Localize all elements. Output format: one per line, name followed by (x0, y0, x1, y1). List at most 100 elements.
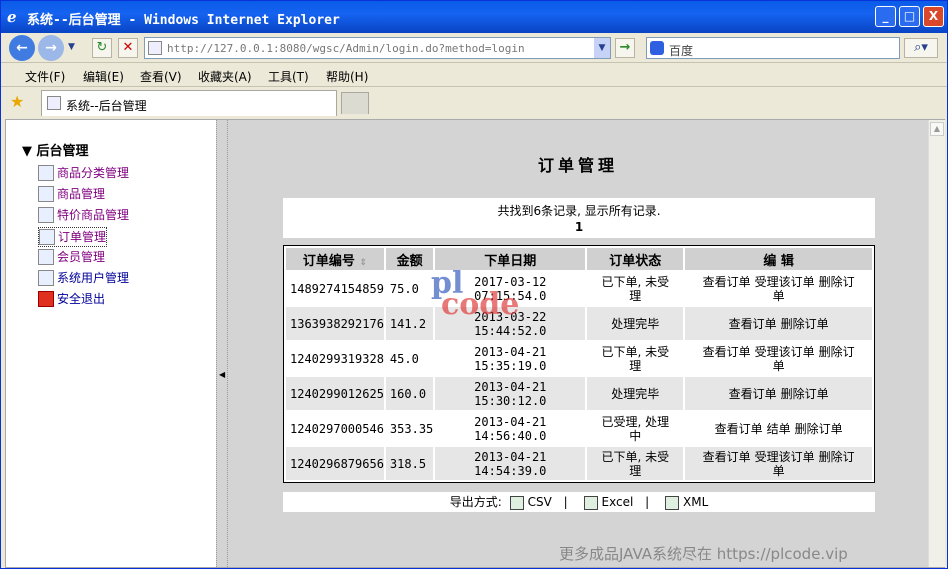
order-action-link-wrap[interactable]: 单 (773, 359, 785, 373)
table-row: 1240296879656 318.5 2013-04-21 14:54:39.0 已下… (286, 447, 872, 480)
order-action-link[interactable]: 删除订 (819, 275, 855, 289)
menu-file[interactable]: 文件(F) (25, 68, 65, 85)
address-input[interactable]: http://127.0.0.1:8080/wgsc/Admin/login.d… (167, 42, 525, 55)
order-action-link[interactable]: 删除订单 (781, 387, 829, 401)
refresh-button[interactable]: ↻ (92, 38, 112, 58)
export-xml-link[interactable]: XML (683, 495, 708, 509)
record-count-box: 共找到6条记录, 显示所有记录. 1 (283, 198, 875, 238)
order-action-link[interactable]: 查看订单 (715, 422, 763, 436)
user-icon (38, 269, 54, 286)
minimize-button[interactable]: _ (875, 6, 896, 27)
vertical-scrollbar[interactable]: ▲ (928, 120, 945, 567)
order-amount: 75.0 (385, 272, 434, 305)
order-action-link[interactable]: 受理该订单 (755, 450, 815, 464)
order-action-link[interactable]: 删除订 (819, 450, 855, 464)
order-amount: 353.35 (385, 412, 434, 445)
col-header-id[interactable]: 订单编号 ⇕ (286, 248, 384, 270)
order-date: 2013-04-21 15:30:12.0 (435, 377, 586, 410)
ie-logo-icon: ℯ (7, 8, 17, 26)
order-actions: 查看订单 删除订单 (685, 377, 872, 410)
menu-bar: 文件(F) 编辑(E) 查看(V) 收藏夹(A) 工具(T) 帮助(H) (1, 63, 947, 87)
collapse-triangle-icon: ▼ (22, 144, 37, 159)
sidebar-item-products[interactable]: 商品管理 (38, 185, 105, 205)
order-action-link[interactable]: 查看订单 (703, 450, 751, 464)
search-input[interactable]: 百度 (669, 42, 693, 59)
order-status: 已下单, 未受理 (587, 447, 684, 480)
scroll-up-icon[interactable]: ▲ (930, 122, 944, 136)
members-icon (38, 248, 54, 265)
address-dropdown-icon[interactable]: ▼ (594, 38, 610, 58)
order-action-link-wrap[interactable]: 单 (773, 289, 785, 303)
menu-edit[interactable]: 编辑(E) (83, 68, 124, 85)
order-amount: 160.0 (385, 377, 434, 410)
sidebar-item-sysusers[interactable]: 系统用户管理 (38, 269, 129, 289)
page-number[interactable]: 1 (283, 220, 875, 234)
order-id: 1363938292176 (286, 307, 384, 340)
frame-splitter[interactable]: ◀ (216, 120, 228, 567)
main-frame: 订单管理 共找到6条记录, 显示所有记录. 1 订单编号 ⇕ 金额 下单日期 订… (228, 120, 928, 567)
search-button[interactable]: ⌕▾ (904, 38, 938, 58)
order-action-link[interactable]: 删除订单 (795, 422, 843, 436)
col-header-status: 订单状态 (587, 248, 684, 270)
close-button[interactable]: X (923, 6, 944, 27)
order-amount: 141.2 (385, 307, 434, 340)
sidebar-item-logout[interactable]: 安全退出 (38, 290, 105, 310)
sidebar-item-orders[interactable]: 订单管理 (38, 227, 108, 247)
sort-icon[interactable]: ⇕ (359, 258, 367, 268)
favorites-star-icon[interactable]: ★ (10, 92, 24, 111)
menu-view[interactable]: 查看(V) (140, 68, 182, 85)
stop-button[interactable]: ✕ (118, 38, 138, 58)
order-action-link[interactable]: 删除订单 (781, 317, 829, 331)
sidebar-item-category[interactable]: 商品分类管理 (38, 164, 129, 184)
order-date: 2013-04-21 14:56:40.0 (435, 412, 586, 445)
order-id: 1240297000546 (286, 412, 384, 445)
browser-window: ℯ 系统--后台管理 - Windows Internet Explorer _… (0, 0, 948, 569)
order-action-link[interactable]: 查看订单 (729, 387, 777, 401)
order-action-link[interactable]: 受理该订单 (755, 345, 815, 359)
order-action-link-wrap[interactable]: 单 (773, 464, 785, 478)
order-action-link[interactable]: 查看订单 (729, 317, 777, 331)
order-id: 1240299012625 (286, 377, 384, 410)
order-date: 2013-04-21 15:35:19.0 (435, 342, 586, 375)
order-action-link[interactable]: 删除订 (819, 345, 855, 359)
address-bar[interactable]: http://127.0.0.1:8080/wgsc/Admin/login.d… (144, 37, 611, 59)
table-row: 1240299012625 160.0 2013-04-21 15:30:12.0 处理… (286, 377, 872, 410)
order-action-link[interactable]: 受理该订单 (755, 275, 815, 289)
order-action-link[interactable]: 查看订单 (703, 345, 751, 359)
excel-icon (583, 495, 598, 510)
order-amount: 318.5 (385, 447, 434, 480)
order-action-link[interactable]: 结单 (767, 422, 791, 436)
order-date: 2013-04-21 14:54:39.0 (435, 447, 586, 480)
export-csv-link[interactable]: CSV (528, 495, 552, 509)
sidebar-item-members[interactable]: 会员管理 (38, 248, 105, 268)
order-status: 处理完毕 (587, 307, 684, 340)
record-count-text: 共找到6条记录, 显示所有记录. (497, 204, 661, 218)
collapse-arrow-icon[interactable]: ◀ (219, 370, 225, 379)
tab-admin[interactable]: 系统--后台管理 (41, 90, 337, 116)
menu-help[interactable]: 帮助(H) (326, 68, 368, 85)
order-actions: 查看订单 受理该订单 删除订单 (685, 447, 872, 480)
order-status: 已下单, 未受理 (587, 342, 684, 375)
go-button[interactable]: → (615, 38, 635, 58)
order-actions: 查看订单 结单 删除订单 (685, 412, 872, 445)
export-excel-link[interactable]: Excel (602, 495, 634, 509)
tab-label: 系统--后台管理 (66, 99, 147, 113)
sidebar-item-specials[interactable]: 特价商品管理 (38, 206, 129, 226)
new-tab-button[interactable] (341, 92, 369, 114)
sidebar: ▼ 后台管理 商品分类管理 商品管理 特价商品管理 订单管理 会员管理 系统用户… (6, 120, 216, 567)
order-action-link[interactable]: 查看订单 (703, 275, 751, 289)
navigation-bar: ← → ▼ ↻ ✕ http://127.0.0.1:8080/wgsc/Adm… (1, 33, 947, 63)
products-icon (38, 185, 54, 202)
forward-button[interactable]: → (38, 35, 64, 61)
menu-favorites[interactable]: 收藏夹(A) (198, 68, 252, 85)
back-button[interactable]: ← (9, 35, 35, 61)
menu-tools[interactable]: 工具(T) (268, 68, 309, 85)
watermark-text: 更多成品JAVA系统尽在 https://plcode.vip (559, 545, 848, 563)
maximize-button[interactable]: □ (899, 6, 920, 27)
order-status: 处理完毕 (587, 377, 684, 410)
history-dropdown-icon[interactable]: ▼ (68, 42, 75, 52)
sidebar-heading[interactable]: ▼ 后台管理 (22, 140, 89, 159)
table-row: 1363938292176 141.2 2013-03-22 15:44:52.0 处理… (286, 307, 872, 340)
search-box[interactable]: 百度 (646, 37, 900, 59)
order-amount: 45.0 (385, 342, 434, 375)
